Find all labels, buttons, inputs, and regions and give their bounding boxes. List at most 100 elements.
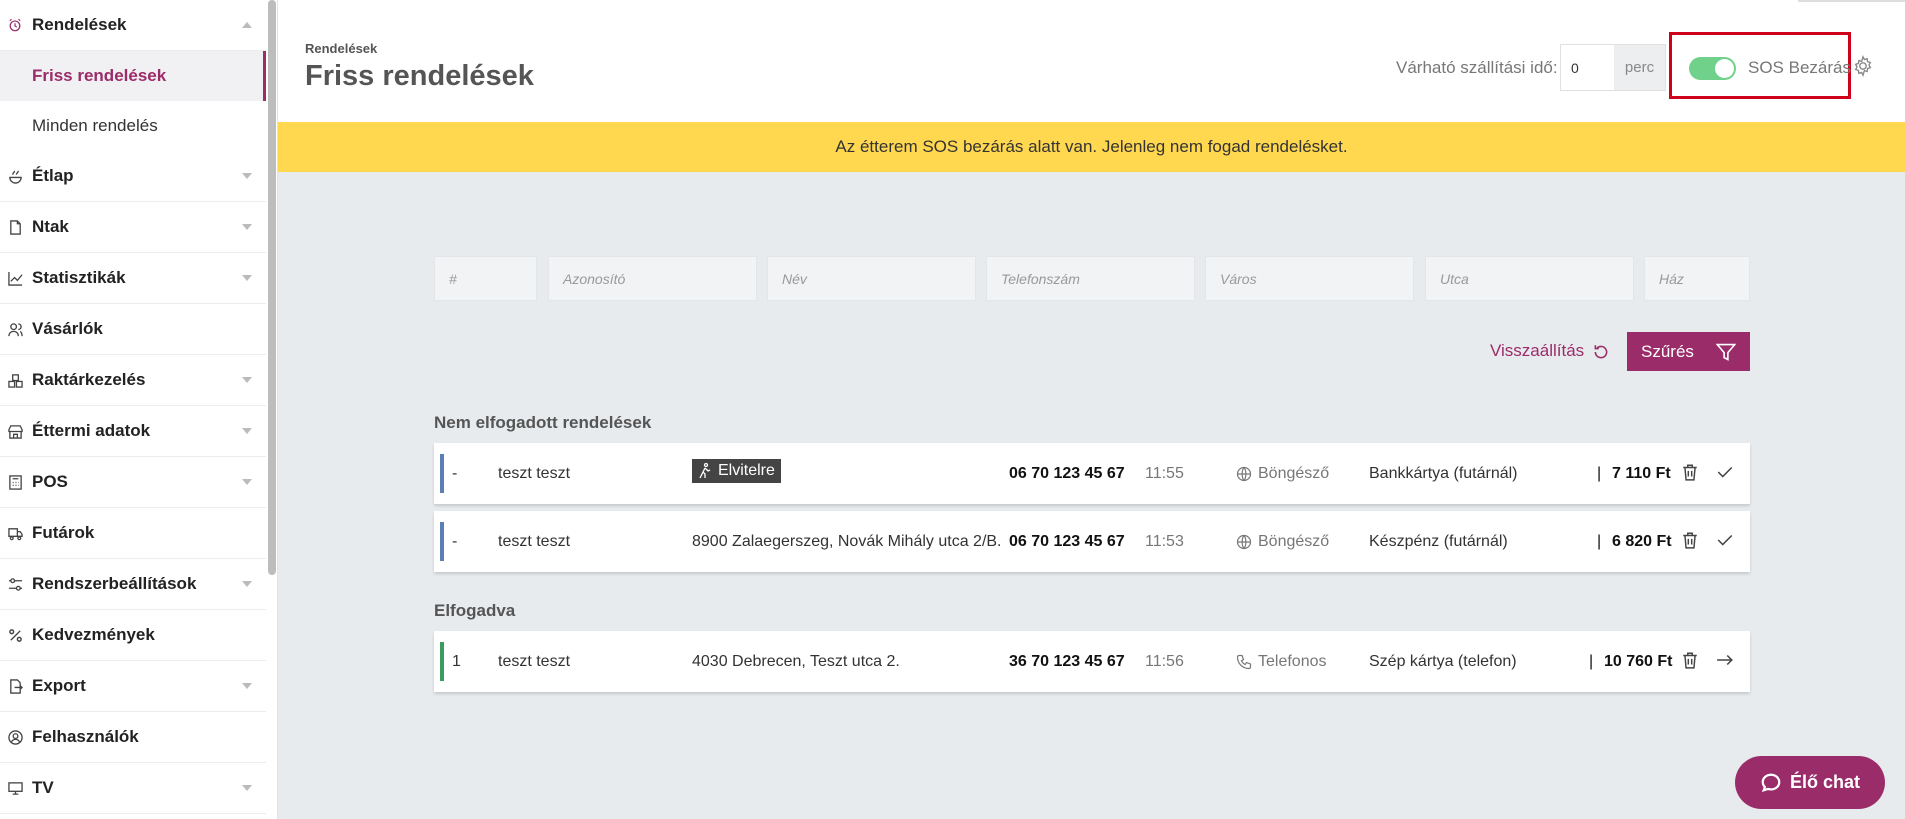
sidebar-item-label: Futárok	[32, 523, 95, 542]
filter-street-input[interactable]: Utca	[1425, 256, 1634, 301]
sos-toggle[interactable]	[1689, 57, 1736, 80]
sidebar-subitem-minden-rendeles[interactable]: Minden rendelés	[0, 101, 266, 151]
sidebar-item-rendszerbeallitasok[interactable]: Rendszerbeállítások	[0, 559, 266, 610]
sidebar-item-label: Statisztikák	[32, 268, 126, 287]
payment-method: Készpénz (futárnál)	[1369, 533, 1508, 550]
filter-id-input[interactable]: Azonosító	[548, 256, 757, 301]
sidebar-item-kedvezmenyek[interactable]: Kedvezmények	[0, 610, 266, 661]
eta-label: Várható szállítási idő:	[1396, 58, 1558, 77]
filter-button[interactable]: Szűrés	[1627, 332, 1750, 371]
trash-icon[interactable]	[1681, 531, 1699, 549]
chevron-down-icon	[242, 785, 252, 791]
accept-check-icon[interactable]	[1716, 463, 1734, 481]
user-circle-icon	[6, 728, 24, 746]
toggle-knob	[1715, 59, 1734, 78]
order-price: 10 760 Ft	[1604, 653, 1673, 670]
sidebar-item-label: Felhasználók	[32, 727, 139, 746]
arrow-right-icon[interactable]	[1716, 651, 1734, 669]
order-row[interactable]: - teszt teszt Elvitelre 06 70 123 45 67 …	[434, 443, 1750, 504]
sidebar-item-ntak[interactable]: Ntak	[0, 202, 266, 253]
customer-name: teszt teszt	[498, 465, 571, 482]
export-icon	[6, 677, 24, 695]
trash-icon[interactable]	[1681, 463, 1699, 481]
delivery-address: 4030 Debrecen, Teszt utca 2.	[692, 653, 900, 670]
price-separator: |	[1589, 653, 1594, 670]
order-number: -	[452, 465, 458, 482]
order-source: Telefonos	[1236, 653, 1327, 671]
phone-number: 06 70 123 45 67	[1009, 465, 1125, 482]
sidebar-item-raktarkezeles[interactable]: Raktárkezelés	[0, 355, 266, 406]
breadcrumb[interactable]: Rendelések	[305, 41, 377, 56]
sidebar-scrollbar[interactable]	[268, 0, 276, 575]
accept-check-icon[interactable]	[1716, 531, 1734, 549]
sidebar-item-tv[interactable]: TV	[0, 763, 266, 814]
reset-link[interactable]: Visszaállítás	[1490, 341, 1584, 361]
filter-house-input[interactable]: Ház	[1644, 256, 1750, 301]
walking-icon	[699, 463, 711, 479]
alarm-clock-icon	[6, 16, 24, 34]
sidebar-item-rendelesek[interactable]: Rendelések	[0, 0, 266, 51]
sos-label: SOS Bezárás	[1748, 58, 1851, 77]
order-time: 11:56	[1145, 653, 1184, 670]
sidebar-item-label: Raktárkezelés	[32, 370, 146, 389]
order-source: Böngésző	[1236, 465, 1329, 483]
store-icon	[6, 422, 24, 440]
page-title: Friss rendelések	[305, 60, 534, 92]
dish-icon	[6, 167, 24, 185]
chevron-down-icon	[242, 275, 252, 281]
sidebar-item-futarok[interactable]: Futárok	[0, 508, 266, 559]
order-row[interactable]: 1 teszt teszt 4030 Debrecen, Teszt utca …	[434, 631, 1750, 692]
order-time: 11:53	[1145, 533, 1184, 550]
sidebar-item-pos[interactable]: POS	[0, 457, 266, 508]
sidebar-item-statisztikak[interactable]: Statisztikák	[0, 253, 266, 304]
customer-name: teszt teszt	[498, 533, 571, 550]
order-number: 1	[452, 653, 461, 670]
sos-banner: Az étterem SOS bezárás alatt van. Jelenl…	[278, 122, 1905, 172]
sidebar-item-etlap[interactable]: Étlap	[0, 151, 266, 202]
filter-city-input[interactable]: Város	[1205, 256, 1414, 301]
chevron-down-icon	[242, 479, 252, 485]
delivery-address: 8900 Zalaegerszeg, Novák Mihály utca 2/B…	[692, 533, 1002, 550]
sidebar-item-vasarlok[interactable]: Vásárlók	[0, 304, 266, 355]
sidebar-item-label: Vásárlók	[32, 319, 103, 338]
sidebar-item-export[interactable]: Export	[0, 661, 266, 712]
phone-icon	[1236, 654, 1252, 670]
source-label: Böngésző	[1258, 533, 1330, 550]
sidebar: Rendelések Friss rendelések Minden rende…	[0, 0, 278, 819]
chevron-down-icon	[242, 377, 252, 383]
status-bar	[440, 642, 444, 681]
sidebar-item-label: Rendelések	[32, 15, 127, 34]
order-number: -	[452, 533, 458, 550]
boxes-icon	[6, 371, 24, 389]
trash-icon[interactable]	[1681, 651, 1699, 669]
funnel-icon	[1715, 342, 1737, 362]
sidebar-item-label: Rendszerbeállítások	[32, 574, 197, 593]
order-price: 7 110 Ft	[1612, 465, 1671, 482]
filter-number-input[interactable]: #	[434, 256, 537, 301]
sidebar-subitem-friss-rendelesek[interactable]: Friss rendelések	[0, 51, 266, 101]
gear-icon[interactable]	[1852, 54, 1874, 78]
live-chat-label: Élő chat	[1789, 772, 1860, 792]
order-price: 6 820 Ft	[1612, 533, 1672, 550]
section-title-accepted: Elfogadva	[434, 601, 516, 620]
chevron-up-icon	[242, 22, 252, 28]
phone-number: 36 70 123 45 67	[1009, 653, 1125, 670]
chevron-down-icon	[242, 224, 252, 230]
chart-icon	[6, 269, 24, 287]
order-row[interactable]: - teszt teszt 8900 Zalaegerszeg, Novák M…	[434, 511, 1750, 572]
sidebar-item-label: Étlap	[32, 166, 74, 185]
calculator-icon	[6, 473, 24, 491]
sidebar-item-felhasznalok[interactable]: Felhasználók	[0, 712, 266, 763]
customer-name: teszt teszt	[498, 653, 571, 670]
live-chat-button[interactable]: Élő chat	[1735, 756, 1885, 809]
filter-phone-input[interactable]: Telefonszám	[986, 256, 1195, 301]
filter-name-input[interactable]: Név	[767, 256, 976, 301]
eta-unit: perc	[1614, 45, 1665, 90]
eta-input[interactable]: 0	[1561, 45, 1614, 90]
price-separator: |	[1597, 465, 1602, 482]
percent-icon	[6, 626, 24, 644]
sidebar-item-label: Kedvezmények	[32, 625, 155, 644]
order-time: 11:55	[1145, 465, 1184, 482]
sidebar-item-ettermi-adatok[interactable]: Éttermi adatok	[0, 406, 266, 457]
undo-icon[interactable]	[1592, 343, 1610, 361]
